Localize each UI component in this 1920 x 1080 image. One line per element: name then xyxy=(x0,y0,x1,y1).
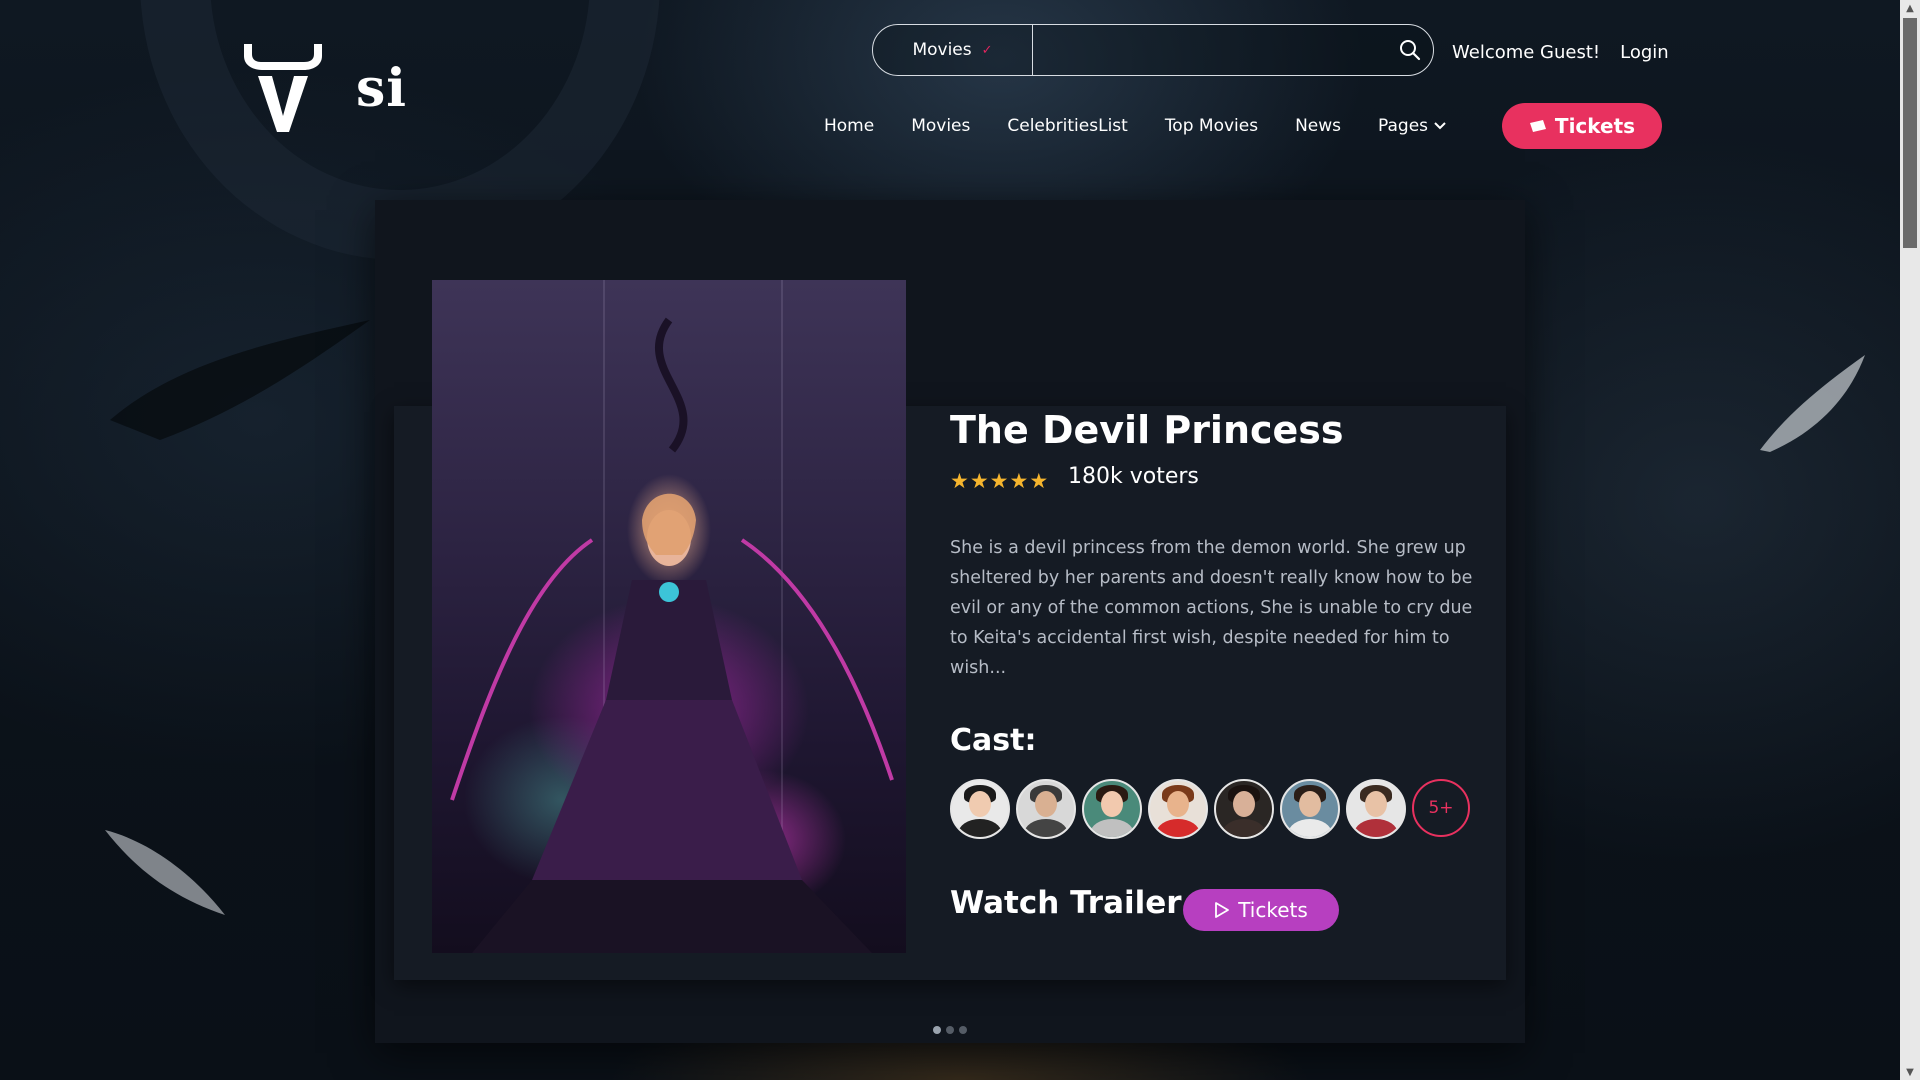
chevron-down-icon xyxy=(1434,122,1446,130)
rating-stars: ★ ★ ★ ★ ★ xyxy=(950,469,1048,493)
search-bar: Movies ✓ xyxy=(872,24,1434,76)
movie-title: The Devil Princess xyxy=(950,408,1344,452)
cast-avatar[interactable] xyxy=(1148,779,1208,839)
scroll-up-icon[interactable]: ▲ xyxy=(1900,0,1920,16)
play-icon xyxy=(1215,902,1230,918)
nav-item-pages[interactable]: Pages xyxy=(1378,116,1446,136)
movie-poster[interactable] xyxy=(432,280,906,953)
poster-artwork xyxy=(450,280,894,953)
chevron-down-icon: ✓ xyxy=(981,42,993,58)
ticket-icon xyxy=(1529,120,1546,132)
cast-avatar[interactable] xyxy=(950,779,1010,839)
cast-more-button[interactable]: 5+ xyxy=(1412,779,1470,837)
nav-item-pages-label: Pages xyxy=(1378,116,1429,136)
star-icon: ★ xyxy=(1029,469,1049,493)
watch-trailer-heading: Watch Trailer xyxy=(950,885,1182,921)
user-area: Welcome Guest! Login xyxy=(1452,42,1669,63)
nav-item-home[interactable]: Home xyxy=(824,116,874,136)
nav-item-top-movies[interactable]: Top Movies xyxy=(1165,116,1258,136)
star-icon: ★ xyxy=(1009,469,1029,493)
search-category-select[interactable]: Movies ✓ xyxy=(873,25,1033,75)
nav-item-celebrities[interactable]: CelebritiesList xyxy=(1007,116,1127,136)
background-feather-decoration xyxy=(1760,355,1865,452)
cast-avatar[interactable] xyxy=(1280,779,1340,839)
page-scrollbar[interactable]: ▲ ▼ xyxy=(1900,0,1920,1080)
cast-heading: Cast: xyxy=(950,723,1037,758)
carousel-dot[interactable] xyxy=(959,1026,967,1034)
welcome-text: Welcome Guest! xyxy=(1452,42,1601,63)
carousel-dot[interactable] xyxy=(933,1026,941,1034)
voters-count: 180k voters xyxy=(1068,464,1199,489)
cast-list: 5+ xyxy=(950,779,1470,839)
carousel-dots xyxy=(933,1026,967,1034)
scroll-down-icon[interactable]: ▼ xyxy=(1900,1064,1920,1080)
star-icon: ★ xyxy=(950,469,969,493)
trailer-tickets-button[interactable]: Tickets xyxy=(1183,889,1339,931)
star-icon: ★ xyxy=(969,469,989,493)
star-icon: ★ xyxy=(989,469,1009,493)
site-logo[interactable]: si xyxy=(240,40,407,136)
cast-avatar[interactable] xyxy=(1082,779,1142,839)
main-nav: Home Movies CelebritiesList Top Movies N… xyxy=(824,116,1446,136)
login-link[interactable]: Login xyxy=(1620,42,1669,63)
cast-avatar[interactable] xyxy=(1016,779,1076,839)
nav-item-movies[interactable]: Movies xyxy=(911,116,970,136)
tickets-button-label: Tickets xyxy=(1554,114,1636,138)
search-icon[interactable] xyxy=(1387,39,1433,61)
movie-description: She is a devil princess from the demon w… xyxy=(950,538,1473,678)
bull-logo-icon xyxy=(244,44,322,132)
logo-text: si xyxy=(356,58,408,119)
scrollbar-thumb[interactable] xyxy=(1903,18,1917,248)
background-feather-decoration xyxy=(105,830,225,915)
cast-avatar[interactable] xyxy=(1346,779,1406,839)
trailer-button-label: Tickets xyxy=(1238,898,1308,922)
search-category-label: Movies xyxy=(912,40,972,60)
nav-item-news[interactable]: News xyxy=(1295,116,1341,136)
cast-avatar[interactable] xyxy=(1214,779,1274,839)
tickets-button[interactable]: Tickets xyxy=(1502,103,1662,149)
search-input[interactable] xyxy=(1033,25,1387,75)
carousel-dot[interactable] xyxy=(946,1026,954,1034)
background-feather-decoration xyxy=(110,320,370,440)
